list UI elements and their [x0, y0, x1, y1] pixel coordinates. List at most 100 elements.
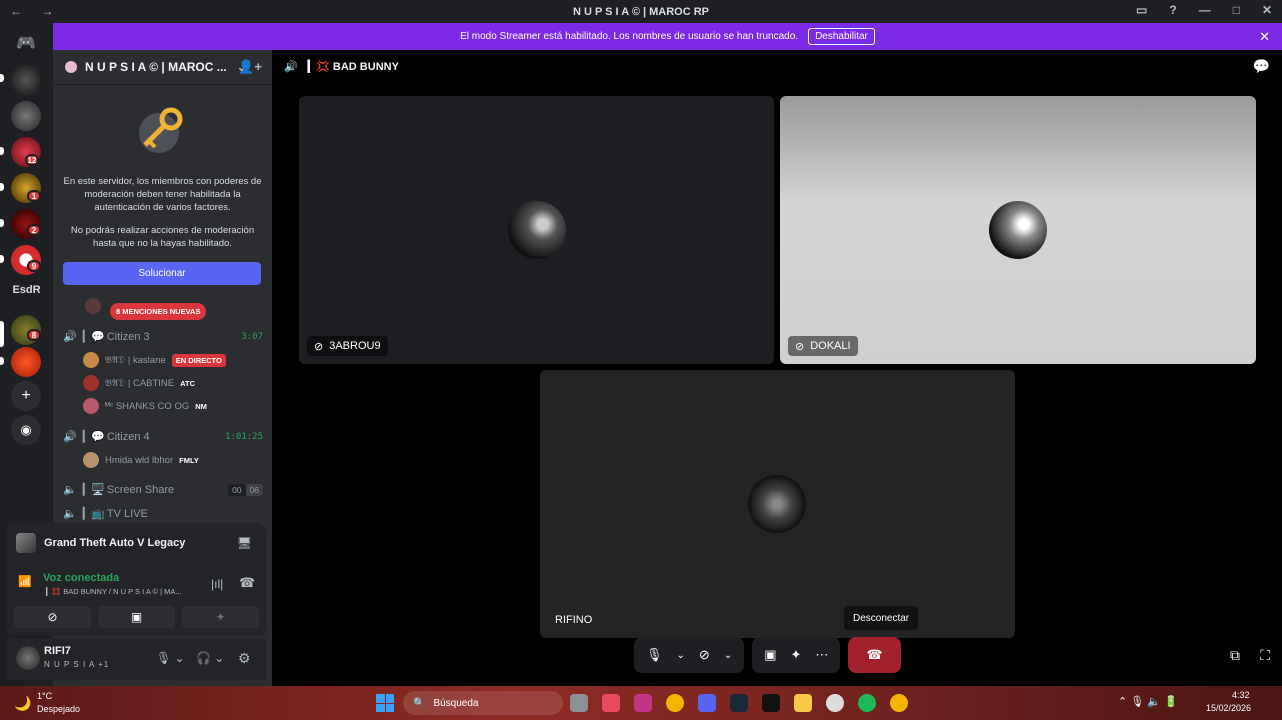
server-icon[interactable]	[11, 101, 41, 131]
camera-off-icon[interactable]: ⊘	[699, 647, 710, 663]
camera-off-icon: ⊘	[314, 340, 324, 353]
tray-icons[interactable]: ⌃ 🎙 🔈 🔋	[1118, 695, 1178, 708]
stream-game-icon[interactable]: 🖥	[237, 536, 252, 550]
avatar[interactable]	[16, 646, 40, 670]
chrome-icon[interactable]	[890, 694, 908, 712]
activity-row[interactable]: Grand Theft Auto V Legacy 🖥	[6, 523, 266, 563]
chevron-down-icon[interactable]: ⌄	[724, 650, 732, 661]
voice-user[interactable]: ᴹᶜ SHANKS CO OG NM	[83, 398, 207, 414]
settings-gear-icon[interactable]: ⚙	[238, 650, 251, 667]
voice-user[interactable]: 𝔅𝔄𝔇 | CABTINE ATC	[83, 375, 195, 391]
server-folder-label[interactable]: EsdR	[0, 284, 53, 296]
noise-suppression-icon[interactable]: |ıl|	[211, 577, 223, 591]
headphones-icon[interactable]: 🎧 ⌄	[196, 651, 224, 665]
server-icon[interactable]	[11, 65, 41, 95]
banner-text: El modo Streamer está habilitado. Los no…	[460, 31, 799, 42]
voice-panel: Grand Theft Auto V Legacy 🖥 📶 Voz conect…	[6, 523, 266, 636]
chat-bubble-icon[interactable]: 💬	[1253, 58, 1270, 75]
mic-icon[interactable]: 🎙	[646, 647, 663, 663]
channel-name: TV LIVE	[106, 507, 148, 520]
chevron-down-icon[interactable]: ⌄	[677, 650, 685, 661]
more-icon[interactable]: ⋯	[815, 647, 828, 663]
avatar	[508, 201, 566, 259]
weather-temp[interactable]: 1°C	[37, 691, 52, 701]
participant-tile[interactable]: ⊘ 3ABROU9	[299, 96, 774, 364]
participant-tile[interactable]: ⊘ DOKALI	[780, 96, 1256, 364]
camera-off-button[interactable]: ⊘	[14, 606, 91, 628]
call-channel-name: ▎💢 BAD BUNNY	[307, 61, 399, 73]
app-icon[interactable]	[826, 694, 844, 712]
clock-time[interactable]: 4:32	[1232, 690, 1250, 700]
signal-icon[interactable]: 📶	[18, 575, 32, 588]
voice-channel-path[interactable]: ▎💢 BAD BUNNY / N U P S I A © | MA...	[46, 587, 206, 596]
popout-icon[interactable]: ⧉	[1230, 647, 1240, 664]
unread-badge: 2	[27, 224, 41, 236]
key-icon	[137, 105, 189, 157]
voice-channel-citizen-3[interactable]: 🔊 ▎💬 Citizen 3 3:07	[63, 330, 263, 344]
new-mentions-badge[interactable]: 8 MENCIONES NUEVAS	[110, 303, 207, 320]
unread-badge: 9	[27, 260, 41, 272]
steam-icon[interactable]	[730, 694, 748, 712]
participant-tile[interactable]: RIFINO	[540, 370, 1015, 638]
nav-arrows[interactable]: ← →	[10, 4, 61, 18]
disable-streamer-button[interactable]: Deshabilitar	[808, 28, 875, 45]
voice-channel-screen-share[interactable]: 🔈 ▎🖥️ Screen Share 00 06	[63, 483, 263, 496]
disconnect-icon[interactable]: ☎	[239, 575, 255, 591]
hangup-icon: ☎	[866, 647, 883, 662]
windows-start-icon[interactable]	[376, 694, 394, 712]
user-tag: ATC	[180, 378, 195, 388]
voice-user[interactable]: Hmida wld lbhor FMLY	[83, 452, 199, 468]
voice-status[interactable]: Voz conectada	[43, 572, 119, 584]
help-icon[interactable]: ?	[1169, 3, 1176, 17]
username[interactable]: RIFI7	[44, 645, 71, 657]
inbox-icon[interactable]: ▭	[1136, 3, 1147, 17]
app-icon[interactable]	[602, 694, 620, 712]
avatar	[989, 201, 1047, 259]
activities-icon[interactable]: ✦	[791, 647, 802, 663]
channel-name: Screen Share	[106, 483, 175, 496]
channel-user-limit: 00 06	[228, 483, 263, 496]
task-view-icon[interactable]	[570, 694, 588, 712]
weather-moon-icon: 🌙	[14, 695, 32, 711]
user-name: 𝔅𝔄𝔇 | kaslane	[105, 354, 166, 366]
participant-name-chip: ⊘ 3ABROU9	[307, 336, 388, 356]
weather-text[interactable]: Despejado	[37, 704, 80, 714]
activities-button[interactable]: ✦	[182, 606, 259, 628]
share-controls: ▣ ✦ ⋯	[752, 637, 841, 673]
taskbar-search[interactable]: 🔍 Búsqueda	[403, 691, 563, 715]
share-screen-icon[interactable]: ▣	[764, 647, 776, 663]
clock-date[interactable]: 15/02/2026	[1206, 703, 1251, 713]
invite-icon[interactable]: 👤+	[238, 59, 262, 75]
minimize-icon[interactable]: —	[1199, 3, 1211, 17]
close-icon[interactable]: ✕	[1262, 3, 1272, 17]
speaker-icon: 🔈	[63, 484, 77, 496]
window-title: N U P S I A © | MAROC RP	[572, 5, 710, 18]
file-explorer-icon[interactable]	[794, 694, 812, 712]
participant-name-chip: RIFINO	[548, 610, 599, 630]
live-badge: EN DIRECTO	[171, 353, 226, 367]
window-titlebar: ← → N U P S I A © | MAROC RP ▭ ? — □ ✕	[0, 0, 1282, 23]
voice-user[interactable]: 𝔅𝔄𝔇 | kaslane EN DIRECTO	[83, 352, 226, 368]
chrome-icon[interactable]	[666, 694, 684, 712]
instagram-icon[interactable]	[634, 694, 652, 712]
fix-button[interactable]: Solucionar	[63, 262, 261, 285]
server-header[interactable]: N U P S I A © | MAROC ... ⌄ 👤+	[53, 50, 272, 85]
voice-channel-tv-live[interactable]: 🔈 ▎📺 TV LIVE	[63, 507, 263, 521]
mic-icon[interactable]: 🎙 ⌄	[156, 651, 185, 665]
discord-icon[interactable]	[698, 694, 716, 712]
channel-name: Citizen 3	[106, 330, 150, 343]
add-server-icon[interactable]: +	[11, 381, 41, 411]
discord-home-icon[interactable]: 🎮	[11, 28, 41, 58]
fullscreen-icon[interactable]: ⛶	[1260, 647, 1270, 664]
avatar	[83, 375, 99, 391]
share-screen-button[interactable]: ▣	[98, 606, 175, 628]
tiktok-icon[interactable]	[762, 694, 780, 712]
server-icon[interactable]	[11, 347, 41, 377]
close-banner-icon[interactable]: ✕	[1259, 29, 1270, 45]
channel-timer: 1:01:25	[225, 431, 263, 442]
spotify-icon[interactable]	[858, 694, 876, 712]
explore-icon[interactable]: ◉	[11, 415, 41, 445]
disconnect-button[interactable]: ☎	[848, 637, 901, 673]
voice-channel-citizen-4[interactable]: 🔊 ▎💬 Citizen 4 1:01:25	[63, 430, 263, 444]
maximize-icon[interactable]: □	[1233, 3, 1240, 17]
